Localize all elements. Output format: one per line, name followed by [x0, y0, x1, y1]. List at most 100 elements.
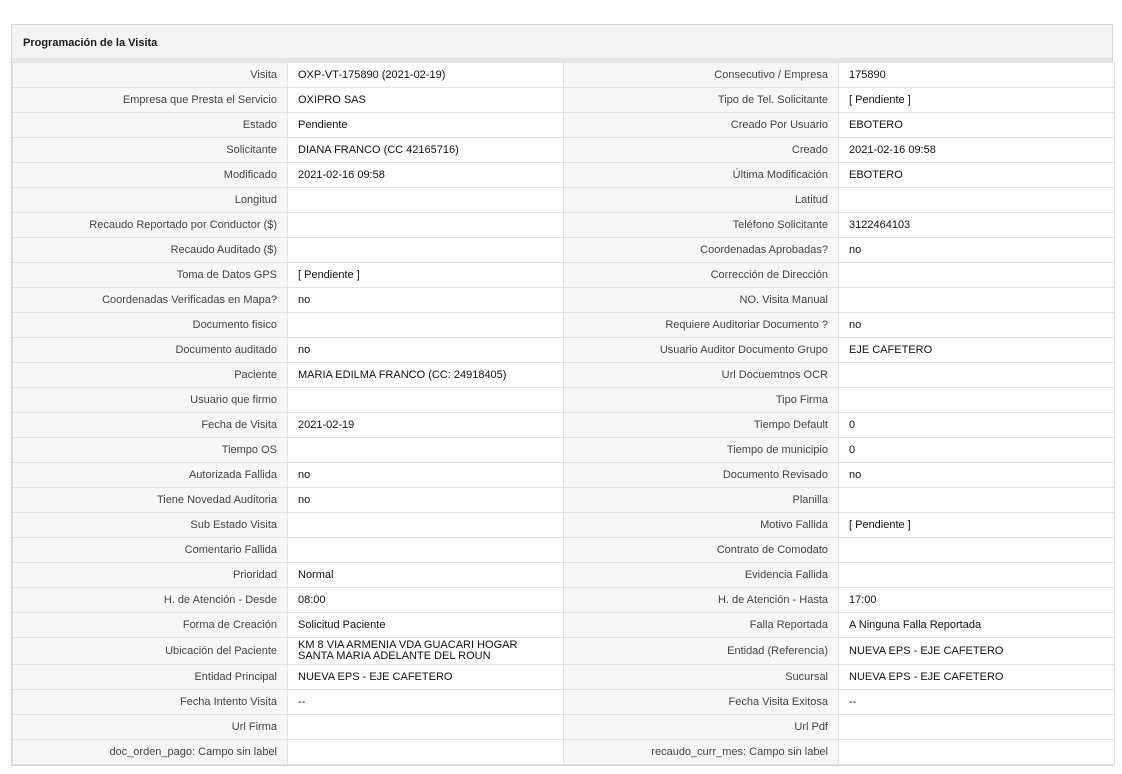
field-label: doc_orden_pago: Campo sin label: [12, 739, 288, 765]
detail-row: Comentario Fallida Contrato de Comodato: [12, 537, 1115, 563]
field-value: [838, 362, 1115, 388]
field-label: Fecha Intento Visita: [12, 689, 288, 715]
field-label: Última Modificación: [563, 162, 839, 188]
detail-row: Recaudo Reportado por Conductor ($) Teléf…: [12, 212, 1115, 238]
field-value: [838, 714, 1115, 740]
detail-row: Forma de Creación Solicitud Paciente Falla…: [12, 612, 1115, 638]
field-label: Creado: [563, 137, 839, 163]
field-label: Tiempo Default: [563, 412, 839, 438]
field-value: [ Pendiente ]: [838, 512, 1115, 538]
field-label: Url Pdf: [563, 714, 839, 740]
detail-row: Empresa que Presta el Servicio OXIPRO SAS…: [12, 87, 1115, 113]
field-label: Estado: [12, 112, 288, 138]
field-label: Forma de Creación: [12, 612, 288, 638]
field-label: NO. Visita Manual: [563, 287, 839, 313]
detail-row: doc_orden_pago: Campo sin label recaudo_c…: [12, 739, 1115, 765]
field-label: Documento Revisado: [563, 462, 839, 488]
field-value: no: [287, 337, 564, 363]
field-label: Usuario que firmo: [12, 387, 288, 413]
detail-row: Tiene Novedad Auditoria no Planilla: [12, 487, 1115, 513]
field-value: [287, 187, 564, 213]
field-label: Solicitante: [12, 137, 288, 163]
detail-row: Toma de Datos GPS[ Pendiente ] Corrección…: [12, 262, 1115, 288]
field-label: recaudo_curr_mes: Campo sin label: [563, 739, 839, 765]
field-label: Paciente: [12, 362, 288, 388]
detail-row: Documento fisico Requiere Auditoriar Docu…: [12, 312, 1115, 338]
field-value: Normal: [287, 562, 564, 588]
field-value: [838, 739, 1115, 765]
field-label: Contrato de Comodato: [563, 537, 839, 563]
detail-row: Usuario que firmo Tipo Firma: [12, 387, 1115, 413]
detail-row: Url Firma Url Pdf: [12, 714, 1115, 740]
field-value: [838, 387, 1115, 413]
panel-title: Programación de la Visita: [12, 25, 1112, 62]
field-label: Sub Estado Visita: [12, 512, 288, 538]
visit-panel: Programación de la Visita Visita OXP-VT-1…: [11, 24, 1115, 766]
field-value: [287, 387, 564, 413]
detail-row: Longitud Latitud: [12, 187, 1115, 213]
field-label: Falla Reportada: [563, 612, 839, 638]
detail-row: Fecha de Visita 2021-02-19 Tiempo Default…: [12, 412, 1115, 438]
field-label: Tiene Novedad Auditoria: [12, 487, 288, 513]
field-label: Teléfono Solicitante: [563, 212, 839, 238]
field-value: OXP-VT-175890 (2021-02-19): [287, 62, 564, 88]
detail-row: Prioridad Normal Evidencia Fallida: [12, 562, 1115, 588]
detail-row: Paciente MARIA EDILMA FRANCO (CC: 2491840…: [12, 362, 1115, 388]
detail-row: Coordenadas Verificadas en Mapa? no NO. V…: [12, 287, 1115, 313]
field-value: [287, 512, 564, 538]
field-value: [838, 562, 1115, 588]
field-value: NUEVA EPS - EJE CAFETERO: [287, 664, 564, 690]
field-label: Url Firma: [12, 714, 288, 740]
field-value: 3122464103: [838, 212, 1115, 238]
field-label: Visita: [12, 62, 288, 88]
field-value: [838, 537, 1115, 563]
field-label: Creado Por Usuario: [563, 112, 839, 138]
field-value: no: [287, 487, 564, 513]
field-label: Comentario Fallida: [12, 537, 288, 563]
field-value: no: [287, 462, 564, 488]
detail-row: Modificado 2021-02-16 09:58 Última Modific…: [12, 162, 1115, 188]
detail-row: Sub Estado Visita Motivo Fallida[ Pendien…: [12, 512, 1115, 538]
field-value: [287, 739, 564, 765]
field-label: Corrección de Dirección: [563, 262, 839, 288]
detail-row: Solicitante DIANA FRANCO (CC 42165716) Cre…: [12, 137, 1115, 163]
field-value: --: [838, 689, 1115, 715]
field-value: [287, 714, 564, 740]
detail-row: Estado Pendiente Creado Por Usuario EBOTERO: [12, 112, 1115, 138]
detail-row: Tiempo OS Tiempo de municipio 0: [12, 437, 1115, 463]
field-label: Motivo Fallida: [563, 512, 839, 538]
field-value: EBOTERO: [838, 162, 1115, 188]
detail-row: Fecha Intento Visita -- Fecha Visita Exito…: [12, 689, 1115, 715]
field-value: 17:00: [838, 587, 1115, 613]
field-label: H. de Atención - Desde: [12, 587, 288, 613]
field-value: NUEVA EPS - EJE CAFETERO: [838, 664, 1115, 690]
field-label: Documento auditado: [12, 337, 288, 363]
field-label: Evidencia Fallida: [563, 562, 839, 588]
field-value: [838, 287, 1115, 313]
field-label: Entidad (Referencia): [563, 637, 839, 665]
field-value: [ Pendiente ]: [838, 87, 1115, 113]
field-label: Longitud: [12, 187, 288, 213]
field-value: [ Pendiente ]: [287, 262, 564, 288]
field-value: 2021-02-16 09:58: [838, 137, 1115, 163]
field-label: Fecha Visita Exitosa: [563, 689, 839, 715]
field-value: Pendiente: [287, 112, 564, 138]
field-label: Prioridad: [12, 562, 288, 588]
field-label: Documento fisico: [12, 312, 288, 338]
field-value: --: [287, 689, 564, 715]
field-value: 175890: [838, 62, 1115, 88]
field-value: [838, 262, 1115, 288]
visit-details-table: Visita OXP-VT-175890 (2021-02-19) Consecut…: [12, 62, 1115, 765]
detail-row: H. de Atención - Desde 08:00 H. de Atenció…: [12, 587, 1115, 613]
detail-row: Ubicación del Paciente KM 8 VIA ARMENIA V…: [12, 637, 1115, 665]
field-value: 2021-02-16 09:58: [287, 162, 564, 188]
field-value: NUEVA EPS - EJE CAFETERO: [838, 637, 1115, 665]
field-label: Tipo Firma: [563, 387, 839, 413]
field-value: OXIPRO SAS: [287, 87, 564, 113]
field-value: no: [287, 287, 564, 313]
field-label: Coordenadas Aprobadas?: [563, 237, 839, 263]
field-label: Coordenadas Verificadas en Mapa?: [12, 287, 288, 313]
field-label: Fecha de Visita: [12, 412, 288, 438]
field-value: MARIA EDILMA FRANCO (CC: 24918405): [287, 362, 564, 388]
field-value: [838, 187, 1115, 213]
